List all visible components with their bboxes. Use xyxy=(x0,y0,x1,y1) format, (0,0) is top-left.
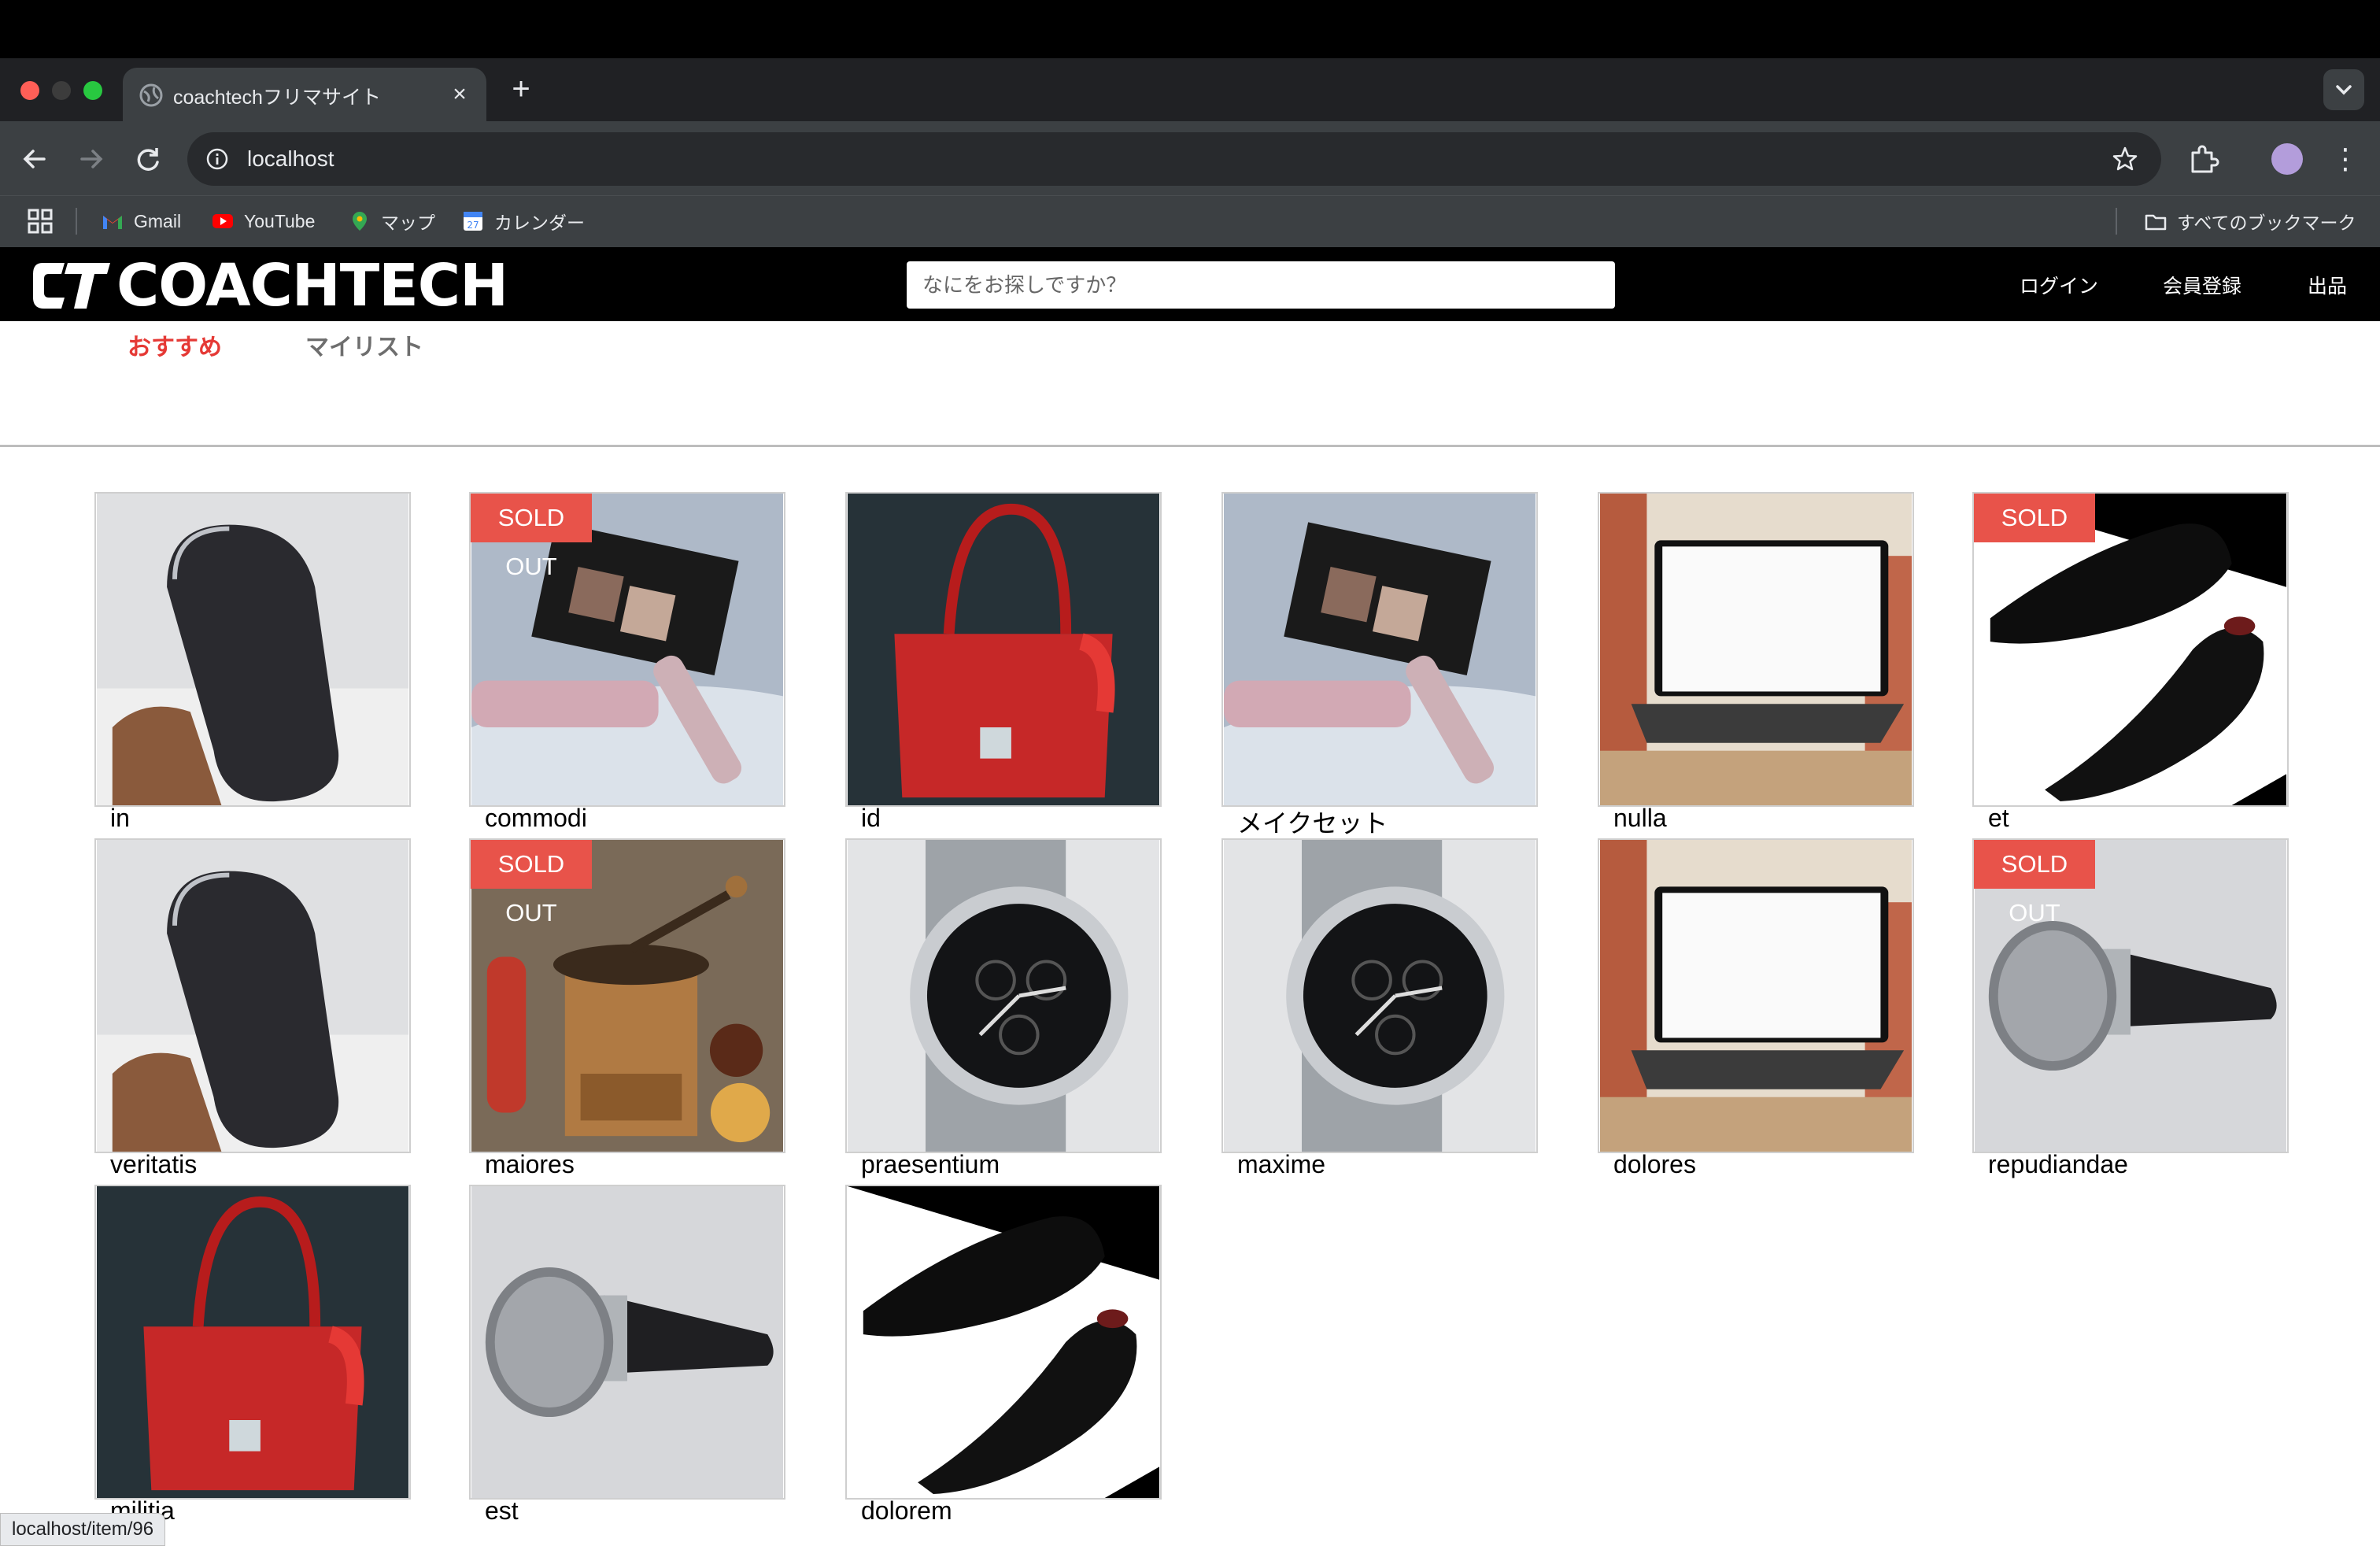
item-name: maiores xyxy=(485,1150,575,1178)
item-name: dolores xyxy=(1613,1150,1696,1178)
item-name: nulla xyxy=(1613,804,1667,832)
item-name: maxime xyxy=(1237,1150,1326,1178)
bookmark-star-icon[interactable] xyxy=(2109,143,2141,175)
tumbler-image xyxy=(97,840,408,1152)
bookmark-calendar[interactable]: 27 カレンダー xyxy=(461,208,585,235)
folder-icon xyxy=(2145,214,2167,231)
close-tab-icon[interactable]: × xyxy=(444,79,475,110)
item-thumbnail[interactable] xyxy=(94,492,411,807)
item-thumbnail[interactable] xyxy=(845,492,1162,807)
item-thumbnail[interactable] xyxy=(1598,838,1914,1153)
all-bookmarks-folder[interactable]: すべてのブックマーク xyxy=(2144,208,2356,235)
wristwatch-image xyxy=(848,840,1159,1152)
coachtech-logo[interactable]: COACHTECH xyxy=(30,252,508,320)
item-name: id xyxy=(861,804,881,832)
item-name: repudiandae xyxy=(1988,1150,2128,1178)
item-thumbnail[interactable] xyxy=(845,838,1162,1153)
item-name: veritatis xyxy=(110,1150,198,1178)
apps-grid-icon[interactable] xyxy=(27,208,54,235)
status-bar-url: localhost/item/96 xyxy=(0,1513,166,1546)
tab-recommend[interactable]: おすすめ xyxy=(128,327,222,362)
all-bookmarks-label: すべてのブックマーク xyxy=(2177,213,2356,233)
item-thumbnail[interactable] xyxy=(94,1185,411,1500)
tab-mylist[interactable]: マイリスト xyxy=(305,327,423,362)
maps-icon xyxy=(353,212,367,231)
bookmark-separator xyxy=(2116,208,2117,235)
item-name: in xyxy=(110,804,130,832)
item-thumbnail[interactable] xyxy=(1221,838,1538,1153)
menu-kebab-icon[interactable]: ⋮ xyxy=(2330,140,2361,178)
laptop-image xyxy=(1600,840,1912,1152)
bookmark-label: カレンダー xyxy=(494,213,585,233)
item-name: dolorem xyxy=(861,1496,952,1525)
gmail-icon xyxy=(103,216,122,229)
search-input[interactable] xyxy=(907,261,1615,309)
bookmark-gmail[interactable]: Gmail xyxy=(101,208,181,235)
address-bar[interactable]: localhost xyxy=(187,132,2161,186)
item-thumbnail[interactable] xyxy=(94,838,411,1153)
bookmark-label: Gmail xyxy=(134,210,182,231)
item-thumbnail[interactable]: SOLD OUT xyxy=(469,492,785,807)
logo-text: COACHTECH xyxy=(116,252,508,320)
site-header: COACHTECH ログイン 会員登録 出品 xyxy=(0,247,2380,321)
minimize-window-button[interactable] xyxy=(52,81,71,100)
globe-icon xyxy=(139,83,163,107)
tab-search-button[interactable] xyxy=(2323,69,2364,110)
site-info-icon[interactable] xyxy=(205,146,230,172)
sold-out-badge: SOLD OUT xyxy=(471,494,592,580)
extensions-puzzle-icon[interactable] xyxy=(2186,142,2221,176)
youtube-icon xyxy=(213,214,233,228)
item-thumbnail[interactable] xyxy=(845,1185,1162,1500)
sold-out-badge: SOLD OUT xyxy=(471,840,592,926)
item-thumbnail[interactable]: SOLD OUT xyxy=(469,838,785,1153)
wristwatch-image xyxy=(1224,840,1536,1152)
bookmark-separator xyxy=(76,208,77,235)
login-link[interactable]: ログイン xyxy=(2020,271,2098,299)
item-name: メイクセット xyxy=(1237,809,1388,838)
bookmark-maps[interactable]: マップ xyxy=(348,208,435,235)
item-thumbnail[interactable] xyxy=(1221,492,1538,807)
svg-text:27: 27 xyxy=(467,220,479,231)
black-shoes-image xyxy=(848,1186,1159,1498)
item-name: et xyxy=(1988,804,2009,832)
profile-avatar[interactable] xyxy=(2271,143,2303,175)
web-page: COACHTECH ログイン 会員登録 出品 おすすめ マイリスト in SOL… xyxy=(0,247,2380,1546)
item-thumbnail[interactable] xyxy=(469,1185,785,1500)
item-name: commodi xyxy=(485,804,587,832)
item-name: praesentium xyxy=(861,1150,1000,1178)
back-arrow-icon[interactable] xyxy=(16,140,54,178)
bookmark-label: マップ xyxy=(381,213,435,233)
item-thumbnail[interactable]: SOLD OUT xyxy=(1972,838,2289,1153)
chevron-down-icon xyxy=(2336,85,2352,95)
tab-title: coachtechフリマサイト xyxy=(173,87,381,109)
tumbler-image xyxy=(97,494,408,805)
reload-icon[interactable] xyxy=(129,140,167,178)
sell-link[interactable]: 出品 xyxy=(2308,271,2347,299)
red-handbag-image xyxy=(97,1186,408,1498)
close-window-button[interactable] xyxy=(20,81,39,100)
browser-tab[interactable]: coachtechフリマサイト × xyxy=(123,68,486,123)
item-thumbnail[interactable]: SOLD OUT xyxy=(1972,492,2289,807)
maximize-window-button[interactable] xyxy=(83,81,102,100)
ct-logo-mark-icon xyxy=(33,263,110,309)
bookmark-youtube[interactable]: YouTube xyxy=(211,208,315,235)
item-name: est xyxy=(485,1496,519,1525)
forward-arrow-icon[interactable] xyxy=(72,140,110,178)
red-handbag-image xyxy=(848,494,1159,805)
makeup-set-image xyxy=(1224,494,1536,805)
item-thumbnail[interactable] xyxy=(1598,492,1914,807)
calendar-icon: 27 xyxy=(464,212,482,231)
url-text: localhost xyxy=(247,146,334,171)
sold-out-badge: SOLD OUT xyxy=(1974,840,2095,926)
bookmark-label: YouTube xyxy=(244,210,316,231)
new-tab-button[interactable]: + xyxy=(504,72,538,107)
laptop-image xyxy=(1600,494,1912,805)
register-link[interactable]: 会員登録 xyxy=(2163,271,2241,299)
sold-out-badge: SOLD OUT xyxy=(1974,494,2095,580)
system-menubar xyxy=(0,0,2380,58)
microphone-image xyxy=(471,1186,783,1498)
